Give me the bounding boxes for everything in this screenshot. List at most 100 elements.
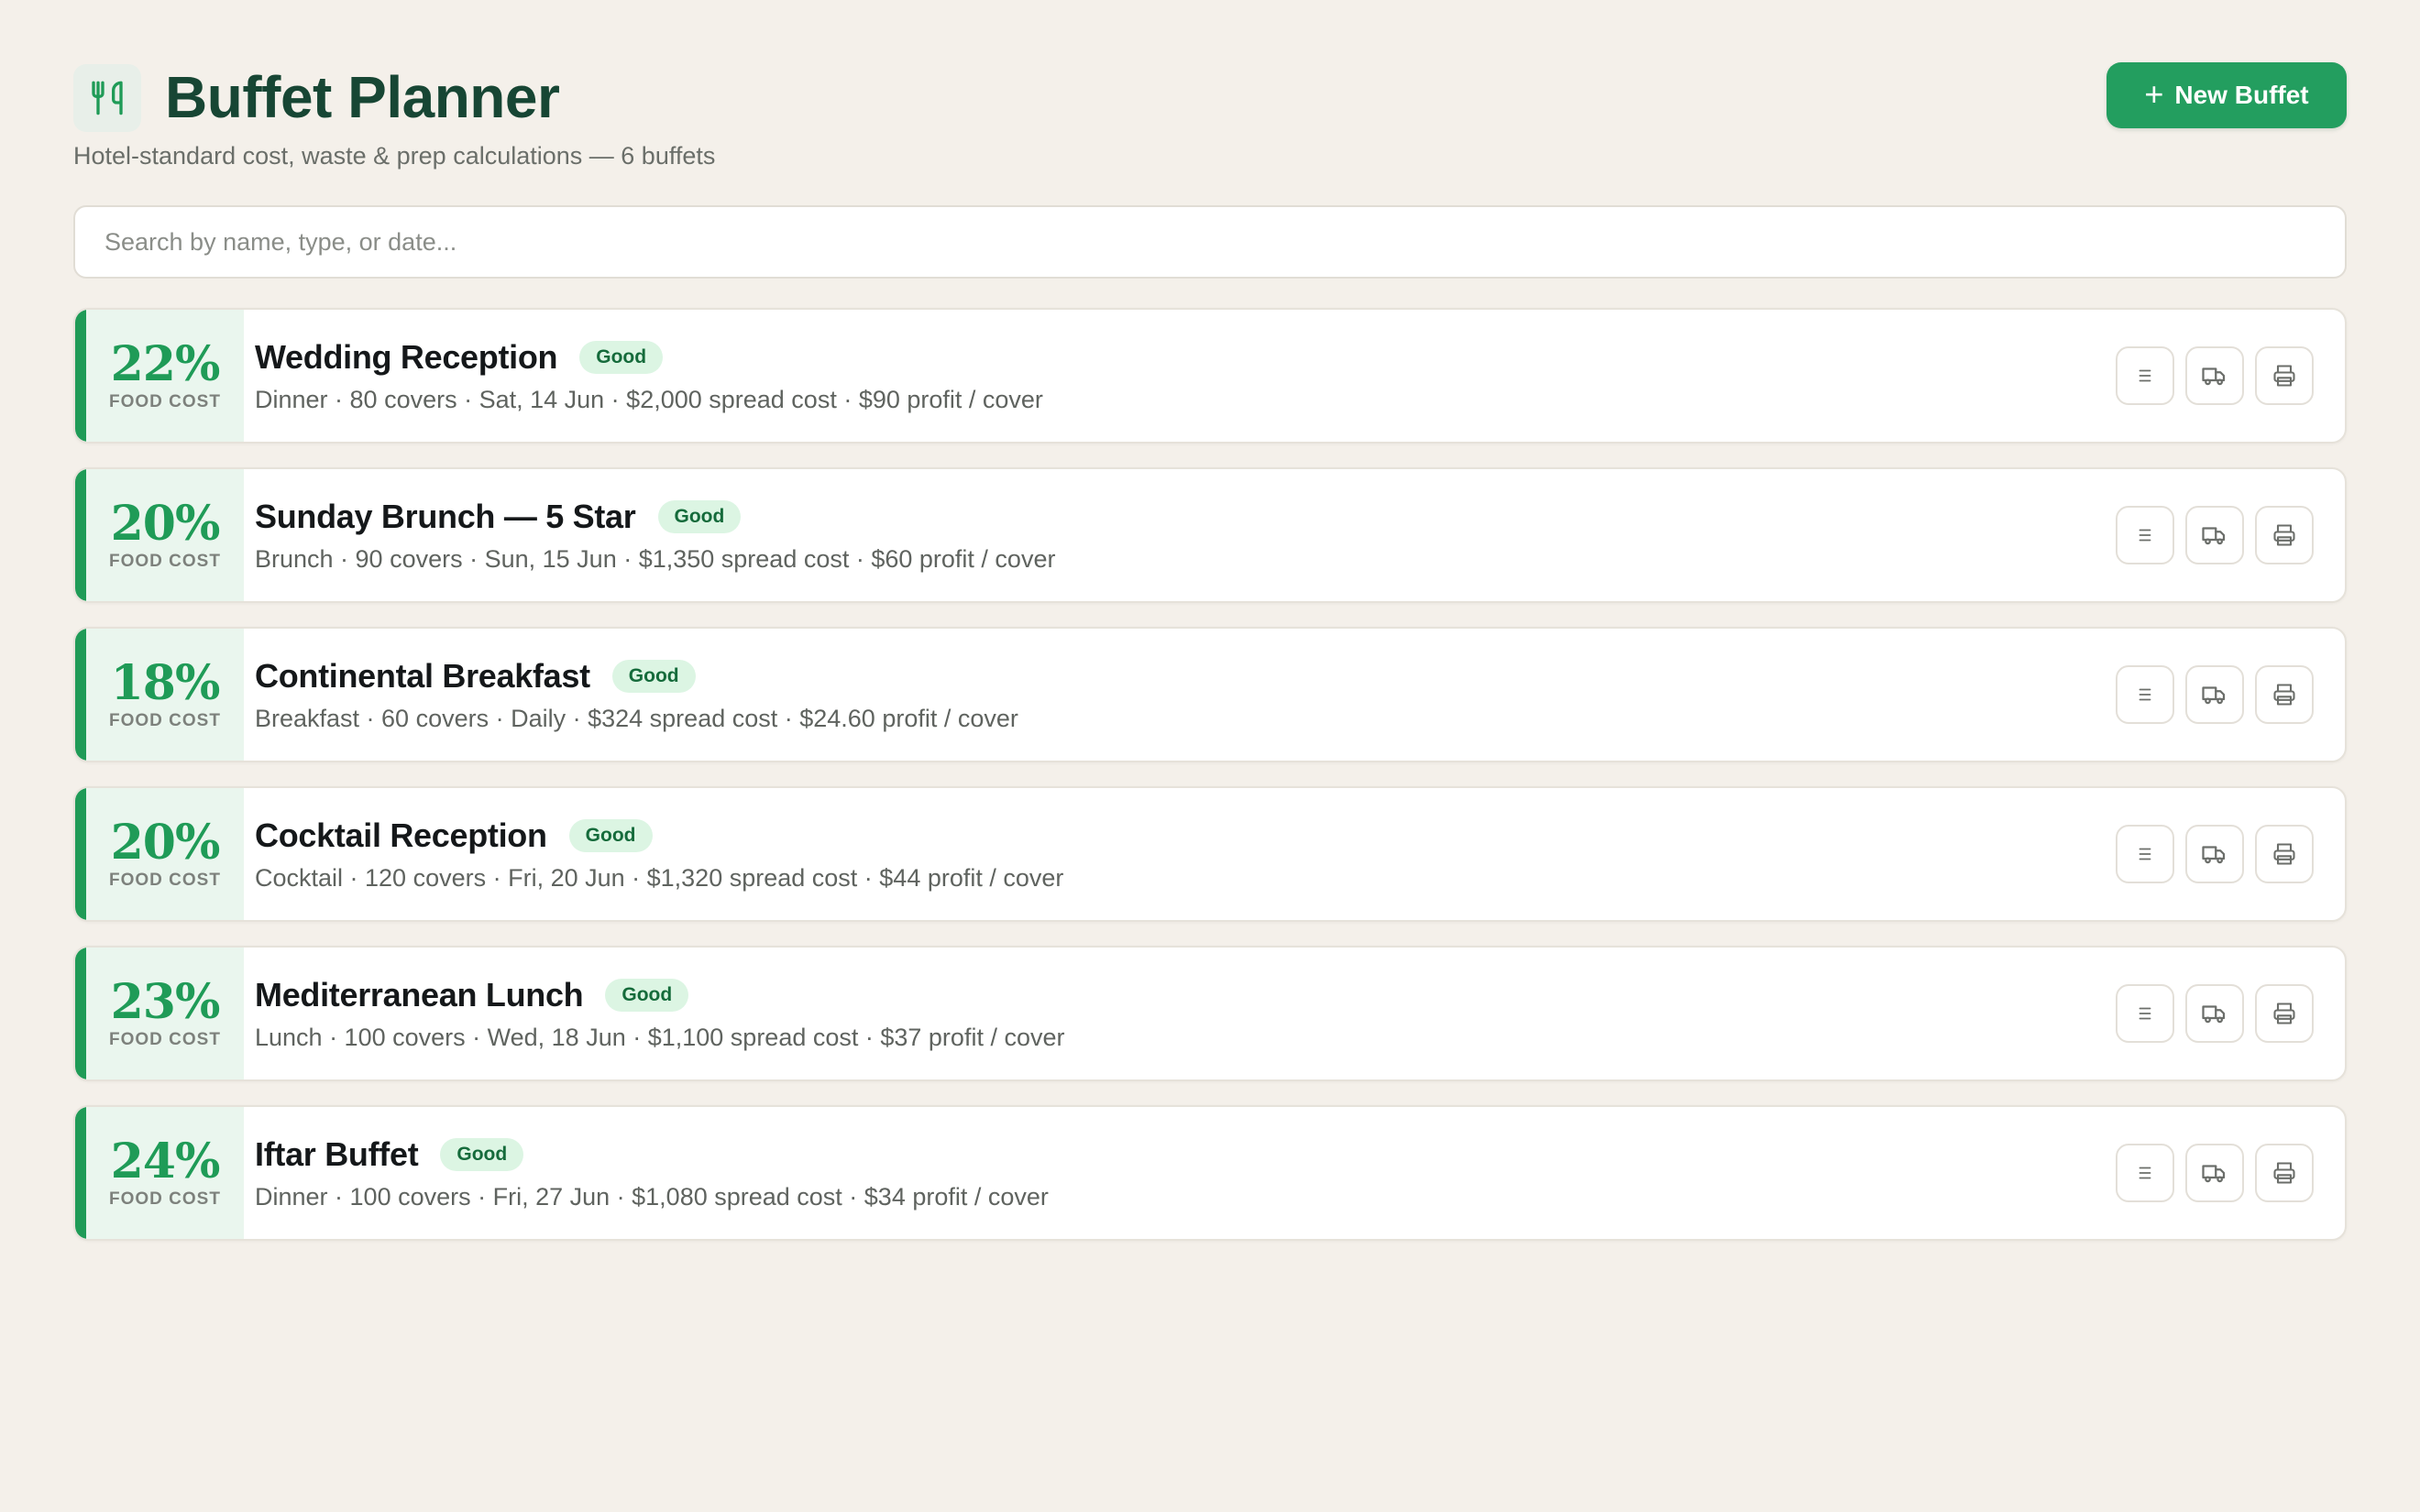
buffet-card[interactable]: 20% FOOD COST Sunday Brunch — 5 Star Goo… bbox=[73, 467, 2347, 603]
truck-icon bbox=[2202, 686, 2226, 705]
food-cost-value: 18% bbox=[110, 655, 221, 711]
food-cost-label: FOOD COST bbox=[109, 711, 221, 730]
status-badge: Good bbox=[579, 341, 664, 374]
new-buffet-label: New Buffet bbox=[2174, 81, 2309, 109]
delivery-button[interactable] bbox=[2185, 984, 2244, 1043]
delivery-button[interactable] bbox=[2185, 1144, 2244, 1202]
page: Buffet Planner Hotel-standard cost, wast… bbox=[73, 0, 2347, 1241]
printer-icon bbox=[2273, 684, 2295, 706]
buffet-card[interactable]: 18% FOOD COST Continental Breakfast Good… bbox=[73, 627, 2347, 762]
status-accent-bar bbox=[75, 469, 86, 601]
food-cost-value: 20% bbox=[110, 496, 221, 552]
status-badge: Good bbox=[605, 979, 689, 1012]
delivery-button[interactable] bbox=[2185, 665, 2244, 724]
status-badge: Good bbox=[568, 819, 653, 852]
buffet-info: Continental Breakfast Good Breakfast · 6… bbox=[244, 629, 2116, 761]
truck-icon bbox=[2202, 527, 2226, 545]
buffet-info: Wedding Reception Good Dinner · 80 cover… bbox=[244, 310, 2116, 442]
buffet-meta: Dinner · 100 covers · Fri, 27 Jun · $1,0… bbox=[255, 1183, 1049, 1211]
row-actions bbox=[2116, 469, 2345, 601]
row-actions bbox=[2116, 788, 2345, 920]
list-icon bbox=[2139, 1167, 2151, 1179]
print-button[interactable] bbox=[2255, 1144, 2314, 1202]
list-icon bbox=[2139, 1007, 2151, 1020]
buffet-name-row: Sunday Brunch — 5 Star Good bbox=[255, 495, 2116, 539]
buffet-info: Mediterranean Lunch Good Lunch · 100 cov… bbox=[244, 948, 2116, 1079]
buffet-name-row: Continental Breakfast Good bbox=[255, 654, 2116, 698]
buffet-meta: Lunch · 100 covers · Wed, 18 Jun · $1,10… bbox=[255, 1024, 1065, 1051]
list-icon bbox=[2139, 369, 2151, 382]
buffet-card[interactable]: 22% FOOD COST Wedding Reception Good Din… bbox=[73, 308, 2347, 444]
truck-icon bbox=[2202, 846, 2226, 864]
status-accent-bar bbox=[75, 629, 86, 761]
buffet-info: Iftar Buffet Good Dinner · 100 covers · … bbox=[244, 1107, 2116, 1239]
buffet-name: Cocktail Reception bbox=[255, 816, 547, 854]
plus-icon: + bbox=[2144, 74, 2164, 113]
print-button[interactable] bbox=[2255, 346, 2314, 405]
delivery-button[interactable] bbox=[2185, 346, 2244, 405]
printer-icon bbox=[2273, 365, 2295, 387]
row-actions bbox=[2116, 629, 2345, 761]
search-bar bbox=[73, 205, 2347, 279]
list-icon bbox=[2139, 688, 2151, 701]
buffet-name: Wedding Reception bbox=[255, 338, 558, 376]
delivery-button[interactable] bbox=[2185, 825, 2244, 883]
search-input[interactable] bbox=[73, 205, 2347, 279]
buffet-list: 22% FOOD COST Wedding Reception Good Din… bbox=[73, 308, 2347, 1241]
list-button[interactable] bbox=[2116, 665, 2174, 724]
list-button[interactable] bbox=[2116, 1144, 2174, 1202]
status-badge: Good bbox=[611, 660, 696, 693]
status-accent-bar bbox=[75, 948, 86, 1079]
status-accent-bar bbox=[75, 788, 86, 920]
buffet-meta: Breakfast · 60 covers · Daily · $324 spr… bbox=[255, 705, 1018, 732]
buffet-meta: Cocktail · 120 covers · Fri, 20 Jun · $1… bbox=[255, 864, 1064, 892]
food-cost-label: FOOD COST bbox=[109, 392, 221, 411]
food-cost-label: FOOD COST bbox=[109, 1189, 221, 1209]
printer-icon bbox=[2273, 843, 2295, 865]
buffet-card[interactable]: 20% FOOD COST Cocktail Reception Good Co… bbox=[73, 786, 2347, 922]
new-buffet-button[interactable]: + New Buffet bbox=[2106, 62, 2347, 128]
list-button[interactable] bbox=[2116, 984, 2174, 1043]
print-button[interactable] bbox=[2255, 825, 2314, 883]
status-badge: Good bbox=[440, 1138, 524, 1171]
food-cost-panel: 23% FOOD COST bbox=[86, 948, 244, 1079]
food-cost-panel: 20% FOOD COST bbox=[86, 469, 244, 601]
list-button[interactable] bbox=[2116, 825, 2174, 883]
header: Buffet Planner Hotel-standard cost, wast… bbox=[73, 0, 2347, 205]
list-icon bbox=[2139, 848, 2151, 860]
buffet-info: Sunday Brunch — 5 Star Good Brunch · 90 … bbox=[244, 469, 2116, 601]
buffet-name: Sunday Brunch — 5 Star bbox=[255, 498, 636, 535]
list-button[interactable] bbox=[2116, 506, 2174, 564]
truck-icon bbox=[2202, 367, 2226, 386]
printer-icon bbox=[2273, 524, 2295, 546]
print-button[interactable] bbox=[2255, 665, 2314, 724]
food-cost-value: 20% bbox=[110, 815, 221, 871]
buffet-name: Continental Breakfast bbox=[255, 657, 590, 695]
list-button[interactable] bbox=[2116, 346, 2174, 405]
delivery-button[interactable] bbox=[2185, 506, 2244, 564]
buffet-card[interactable]: 24% FOOD COST Iftar Buffet Good Dinner ·… bbox=[73, 1105, 2347, 1241]
food-cost-panel: 24% FOOD COST bbox=[86, 1107, 244, 1239]
page-subtitle: Hotel-standard cost, waste & prep calcul… bbox=[73, 142, 716, 170]
buffet-meta: Brunch · 90 covers · Sun, 15 Jun · $1,35… bbox=[255, 545, 1056, 573]
row-actions bbox=[2116, 948, 2345, 1079]
food-cost-label: FOOD COST bbox=[109, 871, 221, 890]
buffet-name: Iftar Buffet bbox=[255, 1135, 419, 1173]
buffet-card[interactable]: 23% FOOD COST Mediterranean Lunch Good L… bbox=[73, 946, 2347, 1081]
status-accent-bar bbox=[75, 1107, 86, 1239]
printer-icon bbox=[2273, 1162, 2295, 1184]
food-cost-value: 23% bbox=[110, 974, 221, 1030]
food-cost-panel: 20% FOOD COST bbox=[86, 788, 244, 920]
print-button[interactable] bbox=[2255, 506, 2314, 564]
printer-icon bbox=[2273, 1003, 2295, 1024]
food-cost-label: FOOD COST bbox=[109, 552, 221, 571]
buffet-name-row: Mediterranean Lunch Good bbox=[255, 973, 2116, 1017]
food-cost-value: 22% bbox=[110, 336, 221, 392]
print-button[interactable] bbox=[2255, 984, 2314, 1043]
food-cost-value: 24% bbox=[110, 1134, 221, 1189]
list-icon bbox=[2139, 529, 2151, 542]
row-actions bbox=[2116, 1107, 2345, 1239]
buffet-name-row: Wedding Reception Good bbox=[255, 335, 2116, 379]
buffet-info: Cocktail Reception Good Cocktail · 120 c… bbox=[244, 788, 2116, 920]
row-actions bbox=[2116, 310, 2345, 442]
